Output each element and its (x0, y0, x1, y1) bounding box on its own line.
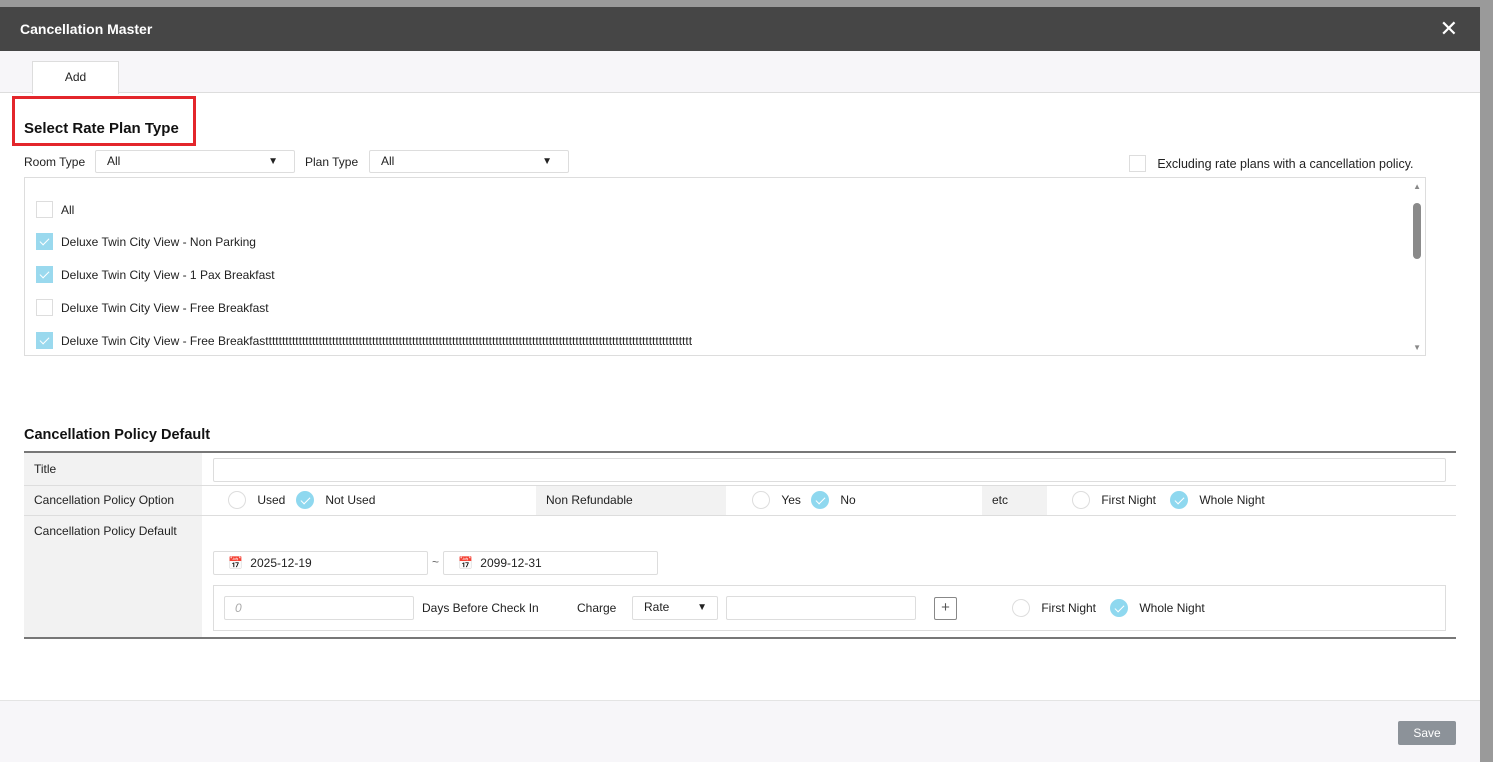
date-to-value: 2099-12-31 (480, 556, 542, 570)
add-rule-button[interactable]: + (934, 597, 957, 620)
radio-label: Yes (781, 493, 801, 507)
section-title-policy: Cancellation Policy Default (24, 427, 211, 443)
checkbox[interactable] (36, 201, 53, 218)
checkbox[interactable] (36, 332, 53, 349)
charge-type-value: Rate (644, 600, 670, 614)
charge-amount-input[interactable] (726, 596, 916, 620)
date-separator: ~ (432, 555, 440, 569)
item-label: Deluxe Twin City View - Non Parking (61, 234, 256, 249)
non-refundable-label: Non Refundable (536, 486, 726, 515)
days-input[interactable]: 0 (224, 596, 414, 620)
checkbox[interactable] (36, 233, 53, 250)
charge-label: Charge (577, 601, 617, 615)
exclude-checkbox[interactable] (1129, 155, 1146, 172)
modal-header: Cancellation Master ✕ (0, 7, 1480, 51)
radio-label: Used (257, 493, 286, 507)
charge-rule-box: 0 Days Before Check In Charge Rate ▼ + Fi… (213, 585, 1446, 631)
plan-type-value: All (381, 154, 395, 168)
list-item[interactable]: Deluxe Twin City View - Non Parking (36, 233, 256, 251)
room-type-label: Room Type (24, 155, 86, 169)
radio[interactable] (1110, 599, 1128, 617)
radio-used[interactable]: Used (228, 491, 285, 509)
etc-label: etc (982, 486, 1047, 515)
date-from-input[interactable]: 📅 2025-12-19 (213, 551, 428, 575)
section-title-rate-plan: Select Rate Plan Type (24, 120, 179, 137)
calendar-icon: 📅 (458, 556, 473, 570)
radio-yes[interactable]: Yes (752, 491, 801, 509)
days-label: Days Before Check In (422, 601, 539, 615)
scrollbar-thumb[interactable] (1413, 203, 1421, 259)
chevron-down-icon: ▼ (542, 156, 552, 167)
list-item[interactable]: Deluxe Twin City View - 1 Pax Breakfast (36, 266, 275, 284)
close-icon[interactable]: ✕ (1440, 16, 1458, 42)
title-label: Title (24, 453, 202, 485)
default-label: Cancellation Policy Default (24, 516, 202, 637)
chevron-down-icon: ▼ (697, 602, 707, 613)
radio[interactable] (296, 491, 314, 509)
save-button[interactable]: Save (1398, 721, 1456, 745)
date-from-value: 2025-12-19 (250, 556, 312, 570)
option-row: Cancellation Policy Option Used Not Used… (24, 486, 1456, 516)
scroll-up-icon[interactable]: ▲ (1413, 182, 1421, 191)
radio[interactable] (752, 491, 770, 509)
checkbox[interactable] (36, 266, 53, 283)
rate-plan-list: All Deluxe Twin City View - Non Parking … (24, 177, 1426, 356)
plan-type-label: Plan Type (305, 155, 359, 169)
title-row: Title (24, 453, 1456, 486)
radio-first-night[interactable]: First Night (1072, 491, 1156, 509)
scroll-down-icon[interactable]: ▼ (1413, 343, 1421, 352)
room-type-select[interactable]: All ▼ (95, 150, 295, 173)
radio[interactable] (228, 491, 246, 509)
plan-type-select[interactable]: All ▼ (369, 150, 569, 173)
item-label: Deluxe Twin City View - 1 Pax Breakfast (61, 267, 275, 282)
item-label: All (61, 202, 75, 217)
radio-no[interactable]: No (811, 491, 856, 509)
exclude-label: Excluding rate plans with a cancellation… (1157, 156, 1414, 171)
radio-not-used[interactable]: Not Used (296, 491, 375, 509)
option-label: Cancellation Policy Option (24, 486, 202, 515)
title-input[interactable] (213, 458, 1446, 482)
tab-add[interactable]: Add (32, 61, 119, 94)
room-type-value: All (107, 154, 121, 168)
policy-table: Title Cancellation Policy Option Used No… (24, 451, 1456, 639)
radio[interactable] (1072, 491, 1090, 509)
default-row: Cancellation Policy Default 📅 2025-12-19… (24, 516, 1456, 637)
radio-whole-night[interactable]: Whole Night (1170, 491, 1265, 509)
calendar-icon: 📅 (228, 556, 243, 570)
chevron-down-icon: ▼ (268, 156, 278, 167)
list-item[interactable]: Deluxe Twin City View - Free Breakfasttt… (36, 332, 692, 350)
radio-label: Not Used (325, 493, 376, 507)
item-label: Deluxe Twin City View - Free Breakfasttt… (61, 333, 693, 348)
radio[interactable] (1170, 491, 1188, 509)
checkbox[interactable] (36, 299, 53, 316)
radio-label: Whole Night (1199, 493, 1265, 507)
cancellation-master-modal: Cancellation Master ✕ Add (0, 7, 1480, 762)
tab-bar: Add (0, 51, 1480, 94)
radio-label: No (840, 493, 856, 507)
radio-whole-night-2[interactable]: Whole Night (1110, 599, 1205, 617)
charge-type-select[interactable]: Rate ▼ (632, 596, 718, 620)
modal-title: Cancellation Master (20, 21, 153, 37)
radio[interactable] (811, 491, 829, 509)
radio-label: First Night (1101, 493, 1157, 507)
modal-footer (0, 700, 1480, 762)
date-to-input[interactable]: 📅 2099-12-31 (443, 551, 658, 575)
radio-label: First Night (1041, 601, 1097, 615)
radio[interactable] (1012, 599, 1030, 617)
list-item[interactable]: Deluxe Twin City View - Free Breakfast (36, 299, 269, 317)
radio-label: Whole Night (1139, 601, 1205, 615)
exclude-checkbox-option[interactable]: Excluding rate plans with a cancellation… (1129, 155, 1414, 172)
radio-first-night-2[interactable]: First Night (1012, 599, 1096, 617)
item-label: Deluxe Twin City View - Free Breakfast (61, 300, 269, 315)
list-item[interactable]: All (36, 201, 74, 219)
